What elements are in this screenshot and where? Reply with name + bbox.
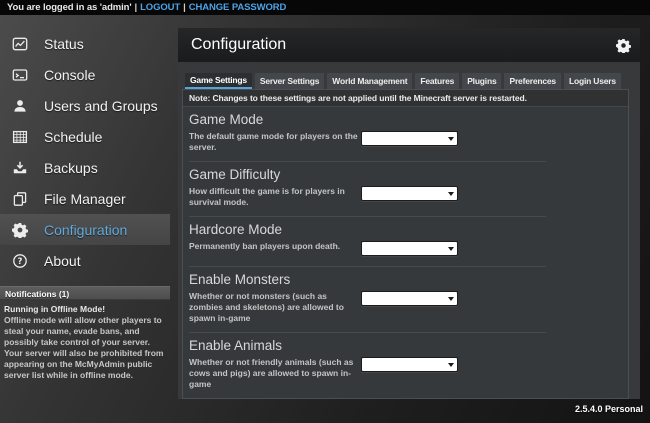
schedule-icon xyxy=(12,129,28,145)
setting-name: Game Difficulty xyxy=(189,167,546,182)
sidebar-item-label: Schedule xyxy=(44,129,102,145)
notifications-panel: Running in Offline Mode! Offline mode wi… xyxy=(0,300,168,381)
sidebar-item-label: Status xyxy=(44,36,84,52)
tab-bar: Game SettingsServer SettingsWorld Manage… xyxy=(185,73,629,89)
about-icon: ? xyxy=(12,253,28,269)
setting-description: Whether or not monsters (such as zombies… xyxy=(189,291,359,324)
logged-in-text: You are logged in as 'admin' xyxy=(7,2,132,13)
setting-row-hardcore-mode: Hardcore Mode Permanently ban players upo… xyxy=(189,217,546,267)
game-difficulty-select[interactable] xyxy=(362,191,457,204)
setting-row-game-mode: Game Mode The default game mode for playe… xyxy=(189,107,546,162)
configuration-icon xyxy=(12,222,28,238)
tab-plugins[interactable]: Plugins xyxy=(462,73,501,89)
main-panel: Configuration Game SettingsServer Settin… xyxy=(178,28,640,399)
users-icon xyxy=(12,98,28,114)
sidebar-item-backups[interactable]: Backups xyxy=(0,152,170,183)
hardcore-mode-select-wrap xyxy=(361,241,458,256)
gear-icon[interactable] xyxy=(616,38,631,53)
sidebar: Status Console Users and Groups Schedule Bac… xyxy=(0,15,170,381)
setting-row-enable-animals: Enable Animals Whether or not friendly an… xyxy=(189,333,546,399)
sidebar-item-schedule[interactable]: Schedule xyxy=(0,121,170,152)
setting-body: Whether or not friendly animals (such as… xyxy=(189,357,546,390)
backups-icon xyxy=(12,160,28,176)
sidebar-item-label: Console xyxy=(44,67,95,83)
enable-monsters-select-wrap xyxy=(361,291,458,306)
console-icon xyxy=(12,67,28,83)
game-mode-select[interactable] xyxy=(362,136,457,149)
enable-monsters-select[interactable] xyxy=(362,296,457,309)
sidebar-item-label: File Manager xyxy=(44,191,126,207)
sidebar-item-about[interactable]: ? About xyxy=(0,245,170,276)
tab-features[interactable]: Features xyxy=(415,73,459,89)
top-bar: You are logged in as 'admin'|LOGOUT|CHAN… xyxy=(0,0,650,15)
sidebar-item-configuration[interactable]: Configuration xyxy=(0,214,170,245)
tab-server-settings[interactable]: Server Settings xyxy=(255,73,324,89)
notifications-header: Notifications (1) xyxy=(0,286,170,300)
version-label: 2.5.4.0 Personal xyxy=(575,404,643,414)
separator: | xyxy=(183,2,186,13)
setting-description: Permanently ban players upon death. xyxy=(189,241,359,252)
game-difficulty-select-wrap xyxy=(361,186,458,201)
setting-description: The default game mode for players on the… xyxy=(189,131,359,153)
tab-content: Note: Changes to these settings are not … xyxy=(182,89,629,399)
sidebar-nav: Status Console Users and Groups Schedule Bac… xyxy=(0,15,170,276)
notification-title: Running in Offline Mode! xyxy=(4,304,165,315)
game-mode-select-wrap xyxy=(361,131,458,146)
enable-animals-select[interactable] xyxy=(362,362,457,375)
setting-name: Enable Monsters xyxy=(189,272,546,287)
notification-text: Offline mode will allow other players to… xyxy=(4,315,165,381)
tab-world-management[interactable]: World Management xyxy=(327,73,412,89)
setting-body: Whether or not monsters (such as zombies… xyxy=(189,291,546,324)
enable-animals-select-wrap xyxy=(361,357,458,372)
setting-description: Whether or not friendly animals (such as… xyxy=(189,357,359,390)
sidebar-item-label: Users and Groups xyxy=(44,98,158,114)
restart-note: Note: Changes to these settings are not … xyxy=(183,90,628,107)
page-title: Configuration xyxy=(191,36,616,54)
setting-body: The default game mode for players on the… xyxy=(189,131,546,153)
setting-row-enable-monsters: Enable Monsters Whether or not monsters (… xyxy=(189,267,546,333)
separator: | xyxy=(135,2,138,13)
sidebar-item-label: Backups xyxy=(44,160,98,176)
setting-body: How difficult the game is for players in… xyxy=(189,186,546,208)
panel-body: Game SettingsServer SettingsWorld Manage… xyxy=(178,62,640,399)
change-password-link[interactable]: CHANGE PASSWORD xyxy=(189,2,287,13)
tab-login-users[interactable]: Login Users xyxy=(564,73,621,89)
setting-body: Permanently ban players upon death. xyxy=(189,241,546,258)
tab-preferences[interactable]: Preferences xyxy=(504,73,560,89)
svg-text:?: ? xyxy=(18,257,23,267)
file-manager-icon xyxy=(12,191,28,207)
sidebar-item-status[interactable]: Status xyxy=(0,28,170,59)
sidebar-item-label: About xyxy=(44,253,81,269)
hardcore-mode-select[interactable] xyxy=(362,246,457,259)
setting-name: Hardcore Mode xyxy=(189,222,546,237)
sidebar-item-file-manager[interactable]: File Manager xyxy=(0,183,170,214)
tab-game-settings[interactable]: Game Settings xyxy=(185,73,252,89)
setting-name: Enable Animals xyxy=(189,338,546,353)
setting-description: How difficult the game is for players in… xyxy=(189,186,359,208)
panel-header: Configuration xyxy=(178,28,640,62)
setting-name: Game Mode xyxy=(189,112,546,127)
logout-link[interactable]: LOGOUT xyxy=(140,2,180,13)
settings-list: Game Mode The default game mode for playe… xyxy=(183,107,628,399)
setting-row-game-difficulty: Game Difficulty How difficult the game is… xyxy=(189,162,546,217)
sidebar-item-console[interactable]: Console xyxy=(0,59,170,90)
status-icon xyxy=(12,36,28,52)
sidebar-item-label: Configuration xyxy=(44,222,127,238)
sidebar-item-users-and-groups[interactable]: Users and Groups xyxy=(0,90,170,121)
